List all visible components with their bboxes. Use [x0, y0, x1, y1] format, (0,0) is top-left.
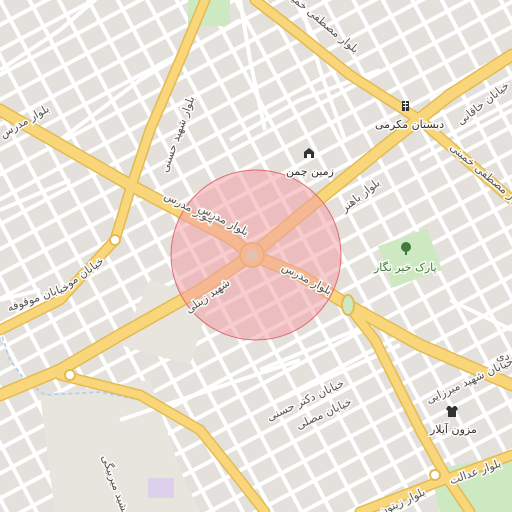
map-canvas[interactable]: بلوار مدرس بلوار مدرس بلوار مدرس بلوار م… [0, 0, 512, 512]
street-label-partial-right: دی [496, 350, 510, 363]
poi-field-label: زمین چمن [286, 165, 334, 178]
roundabout-southwest [64, 369, 76, 381]
lot-purple [148, 478, 174, 498]
poi-shop-label: مزون آیلار [429, 422, 477, 436]
highlight-circle [170, 169, 342, 341]
roundabout-east [341, 294, 355, 316]
roundabout-southeast [429, 469, 441, 481]
map-view[interactable]: بلوار مدرس بلوار مدرس بلوار مدرس بلوار م… [0, 0, 512, 512]
poi-park-label: پارک خیر نگار [373, 261, 437, 274]
poi-school-label: دبستان مکرمی [375, 118, 444, 131]
roundabout-west [109, 234, 121, 246]
